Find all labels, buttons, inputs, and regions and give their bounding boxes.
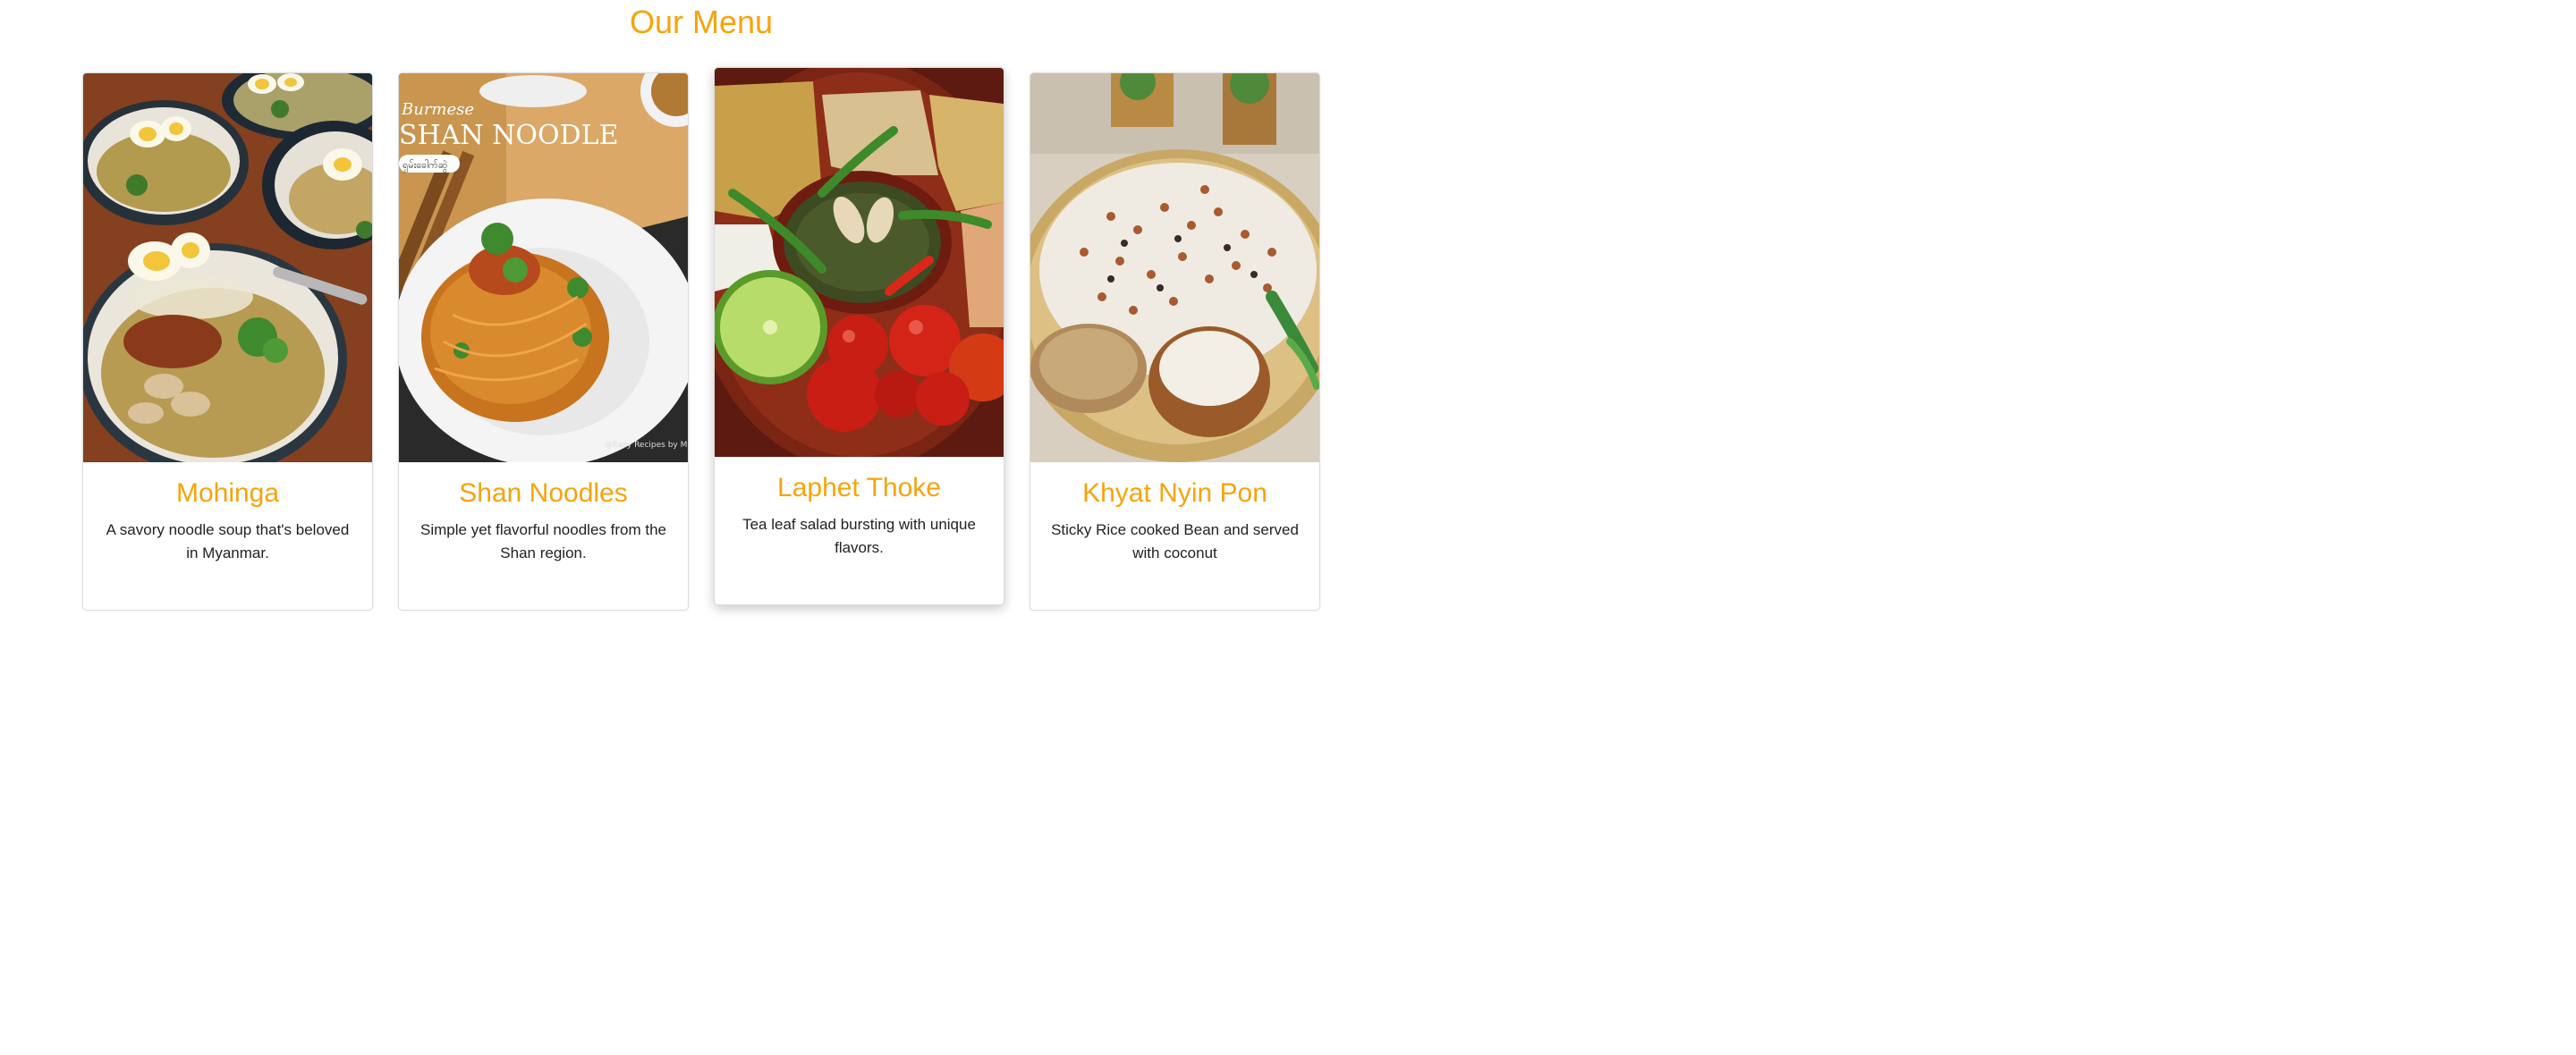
menu-item-title: Shan Noodles xyxy=(459,478,628,508)
menu-item-description: Sticky Rice cooked Bean and served with … xyxy=(1051,521,1299,561)
menu-card-shan-noodles[interactable]: Burmese SHAN NOODLE ရှမ်းခေါက်ဆွဲ @Easy … xyxy=(398,72,689,611)
menu-card-mohinga[interactable]: Mohinga A savory noodle soup that's belo… xyxy=(82,72,373,611)
mohinga-image xyxy=(83,73,372,462)
menu-item-description: Tea leaf salad bursting with unique flav… xyxy=(742,516,976,556)
khyat-nyin-pon-image xyxy=(1030,73,1319,462)
image-headline-text: SHAN NOODLE xyxy=(399,120,618,151)
image-script-text: Burmese xyxy=(401,100,474,119)
laphet-thoke-image xyxy=(715,68,1004,457)
menu-card-laphet-thoke[interactable]: Laphet Thoke Tea leaf salad bursting wit… xyxy=(714,67,1004,605)
menu-title: Our Menu xyxy=(629,4,774,40)
menu-item-title: Laphet Thoke xyxy=(777,473,941,502)
menu-item-title: Khyat Nyin Pon xyxy=(1082,478,1267,508)
shan-noodles-image: Burmese SHAN NOODLE ရှမ်းခေါက်ဆွဲ @Easy … xyxy=(399,73,688,462)
menu-item-title: Mohinga xyxy=(175,478,280,508)
menu-item-description: Simple yet flavorful noodles from the Sh… xyxy=(420,521,666,561)
menu-item-description: A savory noodle soup that's beloved in M… xyxy=(106,521,350,561)
image-credit-text: @Easy Recipes by M xyxy=(605,441,687,450)
image-pill-text: ရှမ်းခေါက်ဆွဲ xyxy=(402,159,447,173)
menu-card-khyat-nyin-pon[interactable]: Khyat Nyin Pon Sticky Rice cooked Bean a… xyxy=(1030,72,1320,611)
